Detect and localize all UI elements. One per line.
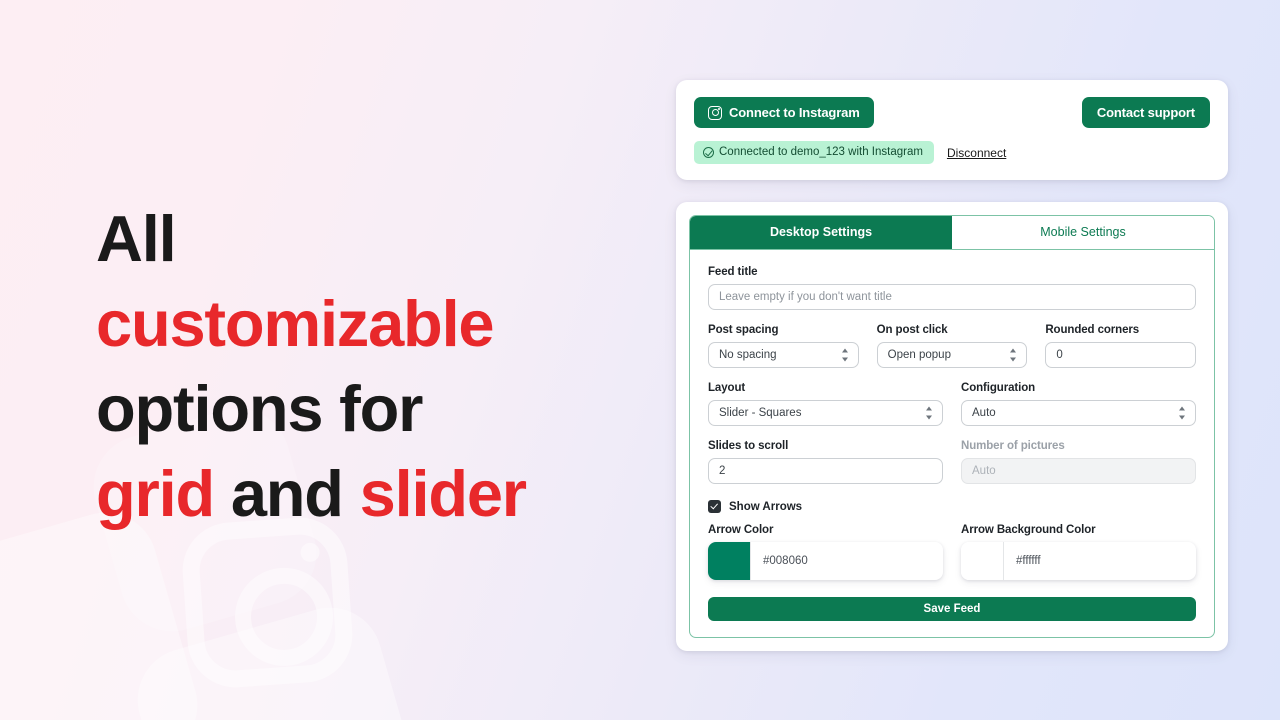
layout-field: Layout xyxy=(708,382,943,426)
settings-form: Feed title Post spacing On post click xyxy=(690,250,1214,637)
arrow-background-color-swatch[interactable] xyxy=(961,542,1003,580)
show-arrows-label: Show Arrows xyxy=(729,500,803,513)
rounded-corners-input[interactable] xyxy=(1045,342,1197,368)
decorative-square xyxy=(125,595,435,720)
connect-button-row: Connect to Instagram Contact support xyxy=(694,97,1210,128)
post-spacing-label: Post spacing xyxy=(708,324,779,336)
arrow-background-color-label: Arrow Background Color xyxy=(961,524,1096,536)
instagram-icon xyxy=(708,105,722,120)
headline-accent-grid: grid xyxy=(96,457,215,531)
headline-line-3: options for xyxy=(96,372,423,446)
marketing-headline: All customizable options for grid and sl… xyxy=(96,196,616,537)
show-arrows-checkbox[interactable] xyxy=(708,500,721,513)
settings-tabs: Desktop Settings Mobile Settings xyxy=(690,216,1214,250)
slides-to-scroll-field: Slides to scroll xyxy=(708,440,943,484)
contact-support-button[interactable]: Contact support xyxy=(1081,97,1210,128)
configuration-field: Configuration xyxy=(961,382,1196,426)
headline-conjunction: and xyxy=(213,457,360,531)
headline-accent-slider: slider xyxy=(359,457,527,531)
arrow-color-label: Arrow Color xyxy=(708,524,774,536)
settings-card: Desktop Settings Mobile Settings Feed ti… xyxy=(676,202,1228,651)
slides-pictures-row: Slides to scroll Number of pictures xyxy=(708,440,1196,484)
arrow-background-color-field: Arrow Background Color #ffffff xyxy=(961,524,1196,580)
show-arrows-row[interactable]: Show Arrows xyxy=(708,500,1196,513)
slides-to-scroll-label: Slides to scroll xyxy=(708,440,789,452)
rounded-corners-field: Rounded corners xyxy=(1045,324,1197,368)
configuration-label: Configuration xyxy=(961,382,1036,394)
status-badge: Connected to demo_123 with Instagram xyxy=(694,141,934,164)
tab-desktop-settings[interactable]: Desktop Settings xyxy=(690,216,952,249)
save-feed-button[interactable]: Save Feed xyxy=(708,597,1196,621)
on-post-click-select[interactable] xyxy=(876,342,1028,368)
app-panel: Connect to Instagram Contact support Con… xyxy=(676,80,1228,651)
headline-line-2: customizable xyxy=(96,287,495,361)
settings-tabs-container: Desktop Settings Mobile Settings Feed ti… xyxy=(689,215,1215,638)
disconnect-link[interactable]: Disconnect xyxy=(947,146,1006,160)
feed-title-field: Feed title xyxy=(708,266,1196,310)
arrow-background-color-picker[interactable]: #ffffff xyxy=(961,542,1196,580)
connection-status-row: Connected to demo_123 with Instagram Dis… xyxy=(694,141,1210,164)
post-spacing-field: Post spacing xyxy=(708,324,859,368)
connect-button-label: Connect to Instagram xyxy=(729,105,860,120)
number-of-pictures-label: Number of pictures xyxy=(961,440,1065,452)
status-badge-label: Connected to demo_123 with Instagram xyxy=(719,146,923,158)
headline-line-1: All xyxy=(96,202,177,275)
on-post-click-label: On post click xyxy=(876,324,948,336)
connect-card: Connect to Instagram Contact support Con… xyxy=(676,80,1228,180)
layout-configuration-row: Layout Configuration xyxy=(708,382,1196,426)
feed-title-label: Feed title xyxy=(708,266,758,278)
tab-mobile-settings[interactable]: Mobile Settings xyxy=(952,216,1214,249)
arrow-color-value: #008060 xyxy=(750,542,943,580)
arrow-color-swatch[interactable] xyxy=(708,542,750,580)
configuration-select-wrap xyxy=(961,400,1196,426)
rounded-corners-label: Rounded corners xyxy=(1045,324,1140,336)
number-of-pictures-field: Number of pictures xyxy=(961,440,1196,484)
on-post-click-field: On post click xyxy=(876,324,1028,368)
on-post-click-select-wrap xyxy=(876,342,1028,368)
arrow-background-color-value: #ffffff xyxy=(1003,542,1196,580)
layout-select[interactable] xyxy=(708,400,943,426)
arrow-color-picker[interactable]: #008060 xyxy=(708,542,943,580)
layout-select-wrap xyxy=(708,400,943,426)
configuration-select[interactable] xyxy=(961,400,1196,426)
contact-support-label: Contact support xyxy=(1096,105,1195,120)
layout-label: Layout xyxy=(708,382,746,394)
check-circle-icon xyxy=(703,146,714,158)
slides-to-scroll-input[interactable] xyxy=(708,458,943,484)
post-spacing-select-wrap xyxy=(708,342,859,368)
connect-to-instagram-button[interactable]: Connect to Instagram xyxy=(694,97,874,128)
instagram-watermark-icon xyxy=(179,514,356,691)
headline-line-4: grid and slider xyxy=(96,451,616,536)
save-feed-label: Save Feed xyxy=(923,603,981,615)
arrow-color-field: Arrow Color #008060 xyxy=(708,524,943,580)
post-spacing-select[interactable] xyxy=(708,342,859,368)
number-of-pictures-input xyxy=(961,458,1196,484)
arrow-colors-row: Arrow Color #008060 Arrow Background Col… xyxy=(708,524,1196,580)
layout-options-row: Post spacing On post click xyxy=(708,324,1197,368)
feed-title-input[interactable] xyxy=(708,284,1196,310)
